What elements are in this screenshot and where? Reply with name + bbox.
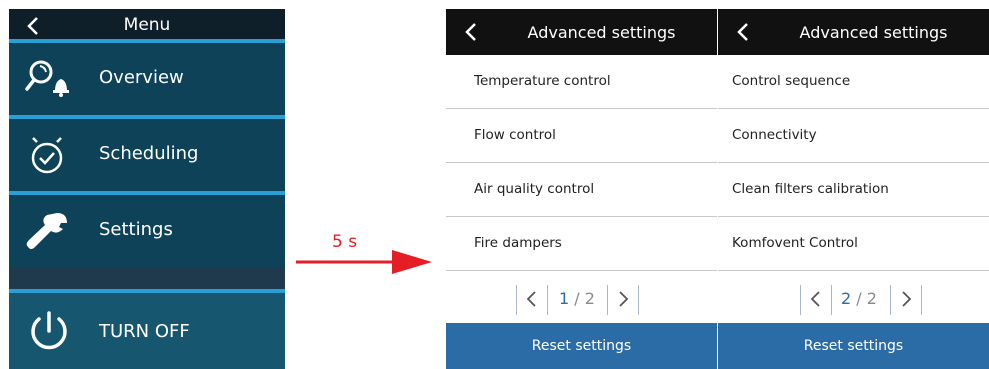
current-page: 2 — [841, 289, 852, 308]
list-item-air-quality-control[interactable]: Air quality control — [446, 163, 717, 217]
list-item-flow-control[interactable]: Flow control — [446, 109, 717, 163]
overview-alarm-icon — [23, 55, 79, 101]
chevron-left-icon — [810, 291, 820, 307]
menu-item-turn-off-label: TURN OFF — [99, 321, 190, 342]
list-item-label: Control sequence — [732, 73, 851, 89]
list-item-label: Fire dampers — [474, 235, 562, 251]
chevron-left-icon — [526, 291, 536, 307]
page-indicator: 1 / 2 — [559, 289, 595, 308]
menu-item-settings-label: Settings — [99, 219, 173, 240]
prev-page-button[interactable] — [800, 285, 832, 315]
chevron-left-icon — [465, 23, 476, 41]
list-item-control-sequence[interactable]: Control sequence — [718, 55, 989, 109]
page-separator: / — [569, 289, 585, 308]
menu-title: Menu — [123, 15, 171, 35]
menu-item-scheduling-label: Scheduling — [99, 143, 199, 164]
next-page-button[interactable] — [607, 285, 639, 315]
page-title: Advanced settings — [799, 23, 948, 42]
menu-item-overview-label: Overview — [99, 67, 184, 88]
chevron-right-icon — [902, 291, 912, 307]
prev-page-button[interactable] — [516, 285, 548, 315]
wrench-icon — [23, 207, 79, 253]
pagination: 2 / 2 — [718, 273, 989, 323]
list-item-komfovent-control[interactable]: Komfovent Control — [718, 217, 989, 271]
list-item-label: Connectivity — [732, 127, 817, 143]
list-item-connectivity[interactable]: Connectivity — [718, 109, 989, 163]
advanced-settings-panel-page-1: Advanced settings Temperature control Fl… — [446, 9, 717, 369]
chevron-right-icon — [619, 291, 629, 307]
total-pages: 2 — [866, 289, 877, 308]
menu-item-overview[interactable]: Overview — [9, 43, 285, 115]
power-icon — [23, 309, 79, 355]
reset-settings-button[interactable]: Reset settings — [446, 323, 717, 369]
arrow-right-icon — [296, 250, 432, 274]
page-separator: / — [851, 289, 867, 308]
clock-check-icon — [23, 131, 79, 177]
reset-settings-button[interactable]: Reset settings — [718, 323, 989, 369]
menu-item-turn-off[interactable]: TURN OFF — [9, 293, 285, 369]
list-item-label: Clean filters calibration — [732, 181, 889, 197]
chevron-left-icon — [737, 23, 748, 41]
list-item-clean-filters-calibration[interactable]: Clean filters calibration — [718, 163, 989, 217]
list-item-label: Temperature control — [474, 73, 611, 89]
back-button[interactable] — [734, 21, 752, 43]
list-item-label: Air quality control — [474, 181, 595, 197]
back-button[interactable] — [462, 21, 480, 43]
page-title: Advanced settings — [527, 23, 676, 42]
page-indicator: 2 / 2 — [841, 289, 877, 308]
menu-header: Menu — [9, 9, 285, 43]
menu-item-settings[interactable]: Settings — [9, 195, 285, 267]
advanced-settings-header: Advanced settings — [446, 9, 717, 55]
total-pages: 2 — [584, 289, 595, 308]
list-item-fire-dampers[interactable]: Fire dampers — [446, 217, 717, 271]
list-item-label: Komfovent Control — [732, 235, 858, 251]
list-item-temperature-control[interactable]: Temperature control — [446, 55, 717, 109]
pagination: 1 / 2 — [446, 273, 717, 323]
main-menu-panel: Menu Overview Scheduling Settings TURN O… — [9, 9, 285, 369]
next-page-button[interactable] — [890, 285, 922, 315]
advanced-settings-header: Advanced settings — [718, 9, 989, 55]
list-item-label: Flow control — [474, 127, 556, 143]
advanced-settings-panel-page-2: Advanced settings Control sequence Conne… — [718, 9, 989, 369]
current-page: 1 — [559, 289, 570, 308]
menu-item-scheduling[interactable]: Scheduling — [9, 119, 285, 191]
